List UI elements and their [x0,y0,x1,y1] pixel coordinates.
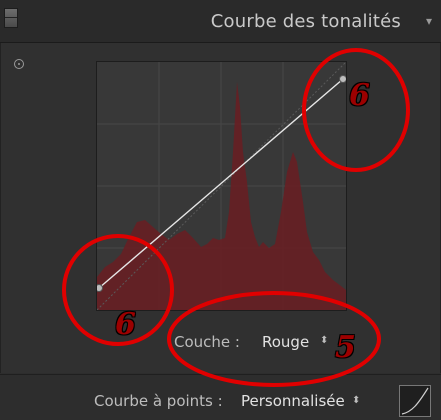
panel-title: Courbe des tonalités [210,11,401,32]
curve-point-black [97,284,103,292]
panel-header[interactable]: Courbe des tonalités ▾ [0,0,441,43]
point-curve-row: Courbe à points : Personnalisée ⬍ [0,375,441,417]
channel-value[interactable]: Rouge [262,333,309,351]
point-curve-dropdown-icon[interactable]: ⬍ [352,395,360,406]
collapse-triangle-icon[interactable]: ▾ [426,14,432,28]
point-curve-label: Courbe à points : [94,392,223,410]
curve-point-white [339,75,346,83]
channel-dropdown-icon[interactable]: ⬍ [320,335,328,346]
panel-toggle-icon[interactable] [4,8,18,28]
tone-curve-graph[interactable] [96,61,347,311]
annotation-number-bottom-left: 6 [115,307,136,342]
target-adjustment-icon[interactable] [14,59,24,69]
annotation-number-channel: 5 [335,330,356,365]
point-curve-value[interactable]: Personnalisée [241,392,345,410]
annotation-number-top-right: 6 [349,78,370,113]
channel-label: Couche : [174,333,240,351]
curve-canvas[interactable] [97,62,346,310]
curve-thumbnail-icon[interactable] [399,385,431,417]
